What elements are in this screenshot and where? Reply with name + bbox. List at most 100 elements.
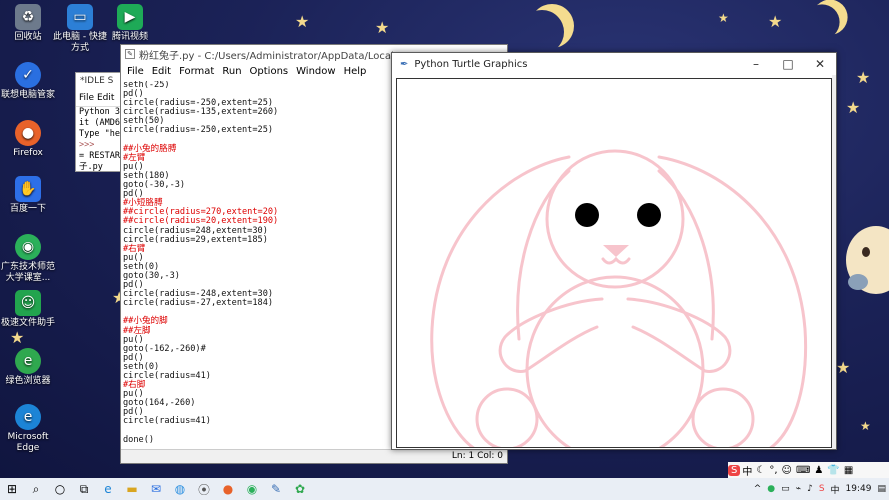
turtle-title: Python Turtle Graphics bbox=[414, 58, 528, 70]
turtle-feather-icon: ✒ bbox=[400, 58, 409, 70]
python-file-icon: ✎ bbox=[125, 49, 135, 59]
desktop-icon-baidu[interactable]: ✋ 百度一下 bbox=[0, 176, 56, 215]
network-app-icon[interactable]: ⦿ bbox=[192, 478, 216, 500]
ime-moon-icon[interactable]: ☾ bbox=[754, 465, 767, 476]
ime-emoji-icon[interactable]: ☺ bbox=[780, 465, 794, 476]
file-explorer-icon[interactable]: ▬ bbox=[120, 478, 144, 500]
window-edge bbox=[832, 75, 836, 449]
menu-file[interactable]: File bbox=[79, 93, 94, 103]
search-icon[interactable]: ⌕ bbox=[24, 478, 48, 500]
moon-decoration bbox=[520, 10, 564, 54]
assistant-icon: ☺ bbox=[15, 290, 41, 316]
desktop: ★ ★ ★ ★ ★ ★ ★ ★ ★ ★ ♻ 回收站 ▭ 此电脑 - 快捷方式 ▶… bbox=[0, 0, 889, 478]
menu-run[interactable]: Run bbox=[218, 66, 245, 77]
bunny-right-eye bbox=[637, 203, 661, 227]
bunny-body bbox=[525, 275, 705, 447]
minimize-button[interactable]: – bbox=[740, 53, 772, 75]
ime-language-toggle[interactable]: 中 bbox=[740, 463, 754, 478]
browser-icon: e bbox=[15, 348, 41, 374]
taskbar: ⊞ ⌕ ○ ⧉ e ▬ ✉ ◍ ⦿ ● ◉ ✎ ✿ ^ ● ▭ ⌁ ♪ S 中 … bbox=[0, 478, 889, 500]
bunny-left-eye bbox=[575, 203, 599, 227]
ime-grid-icon[interactable]: ▦ bbox=[842, 465, 855, 476]
desktop-icon-label: 腾讯视频 bbox=[111, 32, 148, 42]
ime-tray-icon[interactable]: S bbox=[816, 484, 828, 494]
star-decoration: ★ bbox=[768, 12, 783, 31]
desktop-icon-label: 绿色浏览器 bbox=[5, 376, 51, 386]
desktop-icon-label: Microsoft Edge bbox=[7, 432, 49, 453]
desktop-icon-file-assistant[interactable]: ☺ 极速文件助手 bbox=[0, 290, 56, 329]
desktop-icon-this-pc[interactable]: ▭ 此电脑 - 快捷方式 bbox=[52, 4, 108, 54]
wallpaper-bunny-decoration bbox=[846, 226, 889, 294]
ime-keyboard-icon[interactable]: ⌨ bbox=[794, 465, 812, 476]
firefox-taskbar-icon[interactable]: ● bbox=[216, 478, 240, 500]
turtle-graphics-window[interactable]: ✒ Python Turtle Graphics – □ ✕ bbox=[391, 52, 837, 450]
ime-shirt-icon[interactable]: 👕 bbox=[825, 465, 841, 476]
editor-statusbar: Ln: 1 Col: 0 bbox=[121, 449, 507, 463]
idle-shell-title: *IDLE S bbox=[76, 73, 126, 91]
edge-icon: e bbox=[15, 404, 41, 430]
bunny-mouth bbox=[601, 256, 631, 265]
chrome-taskbar-icon[interactable]: ◉ bbox=[240, 478, 264, 500]
menu-file[interactable]: File bbox=[123, 66, 148, 77]
bunny-right-foot bbox=[691, 387, 755, 447]
menu-window[interactable]: Window bbox=[292, 66, 339, 77]
idle-taskbar-icon[interactable]: ✎ bbox=[264, 478, 288, 500]
browser-taskbar-icon[interactable]: ◍ bbox=[168, 478, 192, 500]
bunny-left-arm bbox=[498, 297, 604, 373]
ime-user-icon[interactable]: ♟ bbox=[812, 465, 825, 476]
desktop-icon-label: 此电脑 - 快捷方式 bbox=[53, 32, 107, 53]
shell-line: Python 3. bbox=[79, 107, 126, 117]
clock-time[interactable]: 19:49 bbox=[843, 484, 875, 494]
cortana-icon[interactable]: ○ bbox=[48, 478, 72, 500]
maximize-button[interactable]: □ bbox=[772, 53, 804, 75]
shell-prompt: >>> bbox=[79, 140, 95, 150]
volume-icon[interactable]: ♪ bbox=[804, 484, 816, 494]
battery-icon[interactable]: ▭ bbox=[778, 484, 793, 494]
bunny-nose bbox=[603, 245, 629, 257]
notification-icon[interactable]: ▤ bbox=[874, 484, 889, 494]
desktop-icon-label: 联想电脑管家 bbox=[0, 90, 55, 100]
shell-line: = RESTART bbox=[79, 151, 126, 161]
ime-mode-icon[interactable]: 中 bbox=[828, 483, 843, 496]
recycle-bin-icon: ♻ bbox=[15, 4, 41, 30]
desktop-icon-edge[interactable]: e Microsoft Edge bbox=[0, 404, 56, 454]
star-decoration: ★ bbox=[10, 328, 25, 347]
sogou-ime-icon[interactable]: S bbox=[728, 464, 741, 476]
desktop-icon-label: 回收站 bbox=[14, 32, 42, 42]
video-icon: ▶ bbox=[117, 4, 143, 30]
desktop-icon-chrome[interactable]: ◉ 广东技术师范大学课室... bbox=[0, 234, 56, 284]
network-tray-icon[interactable]: ⌁ bbox=[793, 484, 804, 494]
mail-icon[interactable]: ✉ bbox=[144, 478, 168, 500]
window-controls: – □ ✕ bbox=[740, 53, 836, 75]
wechat-tray-icon[interactable]: ● bbox=[764, 484, 778, 494]
menu-options[interactable]: Options bbox=[246, 66, 293, 77]
computer-icon: ▭ bbox=[67, 4, 93, 30]
bunny-head bbox=[545, 149, 685, 289]
desktop-icon-label: Firefox bbox=[13, 148, 43, 158]
desktop-icon-green-browser[interactable]: e 绿色浏览器 bbox=[0, 348, 56, 387]
moon-decoration bbox=[804, 4, 839, 39]
menu-edit[interactable]: Edit bbox=[97, 93, 114, 103]
menu-help[interactable]: Help bbox=[340, 66, 371, 77]
desktop-icon-label: 广东技术师范大学课室... bbox=[0, 262, 55, 283]
close-button[interactable]: ✕ bbox=[804, 53, 836, 75]
edge-taskbar-icon[interactable]: e bbox=[96, 478, 120, 500]
star-decoration: ★ bbox=[846, 98, 861, 117]
desktop-icon-tencent-video[interactable]: ▶ 腾讯视频 bbox=[102, 4, 158, 43]
star-decoration: ★ bbox=[718, 11, 729, 25]
lenovo-icon: ✓ bbox=[15, 62, 41, 88]
desktop-icon-lenovo[interactable]: ✓ 联想电脑管家 bbox=[0, 62, 56, 101]
baidu-icon: ✋ bbox=[15, 176, 41, 202]
turtle-canvas[interactable] bbox=[396, 78, 832, 448]
task-view-icon[interactable]: ⧉ bbox=[72, 478, 96, 500]
shell-line: it (AMD64 bbox=[79, 118, 126, 128]
windows-start-icon[interactable]: ⊞ bbox=[0, 478, 24, 500]
menu-edit[interactable]: Edit bbox=[148, 66, 175, 77]
chevron-up-icon[interactable]: ^ bbox=[751, 484, 765, 494]
menu-format[interactable]: Format bbox=[175, 66, 218, 77]
desktop-icon-firefox[interactable]: ● Firefox bbox=[0, 120, 56, 159]
ime-toolbar[interactable]: S 中 ☾ °, ☺ ⌨ ♟ 👕 ▦ bbox=[728, 462, 889, 478]
green-app-taskbar-icon[interactable]: ✿ bbox=[288, 478, 312, 500]
desktop-icon-recycle-bin[interactable]: ♻ 回收站 bbox=[0, 4, 56, 43]
ime-punctuation-icon[interactable]: °, bbox=[767, 465, 779, 476]
